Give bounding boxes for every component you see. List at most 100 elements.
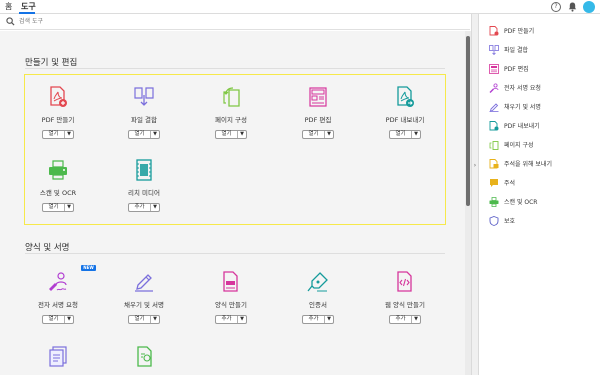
chevron-down-icon[interactable]: ▼ — [151, 204, 159, 211]
create-pdf-icon — [50, 86, 67, 107]
open-button[interactable]: 열기 ▼ — [42, 203, 74, 212]
fill-sign-icon — [135, 274, 153, 292]
chevron-down-icon[interactable]: ▼ — [151, 131, 159, 138]
request-signature-icon — [49, 272, 67, 291]
organize-pages-icon — [489, 141, 499, 150]
rp-item-protect[interactable]: 보호 — [489, 216, 594, 228]
tool-label: PDF 편집 — [304, 116, 332, 124]
tool-label: 양식 만들기 — [215, 301, 247, 309]
scan-ocr-icon — [49, 160, 67, 180]
tool-certificates[interactable]: 인증서 추가 ▼ — [288, 271, 348, 341]
combine-files-icon — [489, 45, 499, 55]
rp-item-combine-files[interactable]: 파일 결합 — [489, 45, 594, 57]
add-button[interactable]: 추가 ▼ — [302, 315, 334, 324]
chevron-down-icon[interactable]: ▼ — [412, 316, 420, 323]
open-button[interactable]: 열기 ▼ — [389, 130, 421, 139]
tool-rich-media[interactable]: 리치 미디어 추가 ▼ — [114, 159, 174, 229]
tool-fill-sign[interactable]: 채우기 및 서명 열기 ▼ — [114, 271, 174, 341]
tool-label: PDF 내보내기 — [385, 116, 425, 124]
rp-item-create-pdf[interactable]: PDF 만들기 — [489, 26, 594, 38]
tool-label: 파일 결합 — [131, 116, 157, 124]
export-pdf-icon — [489, 121, 499, 131]
tool-label: 웹 양식 만들기 — [384, 301, 425, 309]
comment-icon — [490, 179, 498, 187]
tab-home[interactable]: 홈 — [5, 1, 12, 12]
open-button[interactable]: 열기 ▼ — [215, 130, 247, 139]
section-title-forms-signatures: 양식 및 서명 — [25, 243, 70, 253]
tool-label: 채우기 및 서명 — [123, 301, 164, 309]
tool-label: PDF 만들기 — [41, 116, 75, 124]
tool-label: 전자 서명 요청 — [37, 301, 78, 309]
top-bar: 홈 도구 ? — [0, 0, 600, 14]
section-divider — [25, 68, 445, 69]
scrollbar-thumb[interactable] — [466, 36, 470, 206]
tool-request-signature[interactable]: 전자 서명 요청 열기 ▼ — [28, 271, 88, 341]
rp-item-fill-sign[interactable]: 채우기 및 서명 — [489, 102, 594, 114]
organize-pages-icon — [223, 87, 240, 107]
tool-label: 스캔 및 OCR — [39, 189, 77, 197]
prepare-form-icon — [223, 271, 238, 292]
open-button[interactable]: 열기 ▼ — [42, 315, 74, 324]
export-pdf-icon — [397, 86, 414, 107]
rp-item-send-for-comments[interactable]: 주석을 위해 보내기 — [489, 159, 594, 171]
chevron-down-icon[interactable]: ▼ — [325, 131, 333, 138]
open-button[interactable]: 열기 ▼ — [128, 315, 160, 324]
certified-document-icon — [137, 346, 152, 367]
scan-ocr-icon — [489, 197, 499, 207]
tool-edit-pdf[interactable]: PDF 편집 열기 ▼ — [288, 86, 348, 156]
fill-sign-icon — [489, 103, 499, 112]
rp-item-edit-pdf[interactable]: PDF 편집 — [489, 64, 594, 76]
chevron-down-icon[interactable]: ▼ — [238, 131, 246, 138]
rp-item-comment[interactable]: 주석 — [489, 178, 594, 190]
rp-item-organize-pages[interactable]: 페이지 구성 — [489, 140, 594, 152]
protect-icon — [489, 216, 499, 226]
add-button[interactable]: 추가 ▼ — [128, 203, 160, 212]
open-button[interactable]: 열기 ▼ — [42, 130, 74, 139]
request-signature-icon — [489, 83, 499, 93]
notification-bell-icon[interactable] — [567, 2, 577, 12]
send-comments-icon — [489, 159, 499, 169]
edit-pdf-icon — [489, 64, 499, 74]
chevron-down-icon[interactable]: ▼ — [65, 204, 73, 211]
chevron-right-icon[interactable]: › — [472, 162, 478, 169]
right-panel-collapse-handle[interactable] — [471, 14, 479, 375]
tool-create-pdf[interactable]: PDF 만들기 열기 ▼ — [28, 86, 88, 156]
open-button[interactable]: 열기 ▼ — [302, 130, 334, 139]
certificates-icon — [307, 272, 328, 292]
tool-scan-ocr[interactable]: 스캔 및 OCR 열기 ▼ — [28, 159, 88, 229]
chevron-down-icon[interactable]: ▼ — [65, 316, 73, 323]
search-input[interactable] — [19, 16, 219, 27]
chevron-down-icon[interactable]: ▼ — [151, 316, 159, 323]
chevron-down-icon[interactable]: ▼ — [65, 131, 73, 138]
tool-web-form[interactable]: 웹 양식 만들기 추가 ▼ — [375, 271, 435, 341]
web-form-icon — [397, 271, 412, 292]
chevron-down-icon[interactable]: ▼ — [238, 316, 246, 323]
section-title-create-edit: 만들기 및 편집 — [25, 58, 78, 68]
stacked-documents-icon — [49, 346, 67, 367]
search-icon — [6, 17, 15, 26]
tool-label: 인증서 — [309, 301, 327, 309]
add-button[interactable]: 추가 ▼ — [389, 315, 421, 324]
rp-item-export-pdf[interactable]: PDF 내보내기 — [489, 121, 594, 133]
search-bar — [0, 14, 470, 30]
chevron-down-icon[interactable]: ▼ — [412, 131, 420, 138]
tool-prepare-form[interactable]: 양식 만들기 추가 ▼ — [201, 271, 261, 341]
avatar[interactable] — [583, 1, 595, 13]
create-pdf-icon — [489, 26, 499, 36]
rich-media-icon — [136, 159, 152, 181]
chevron-down-icon[interactable]: ▼ — [325, 316, 333, 323]
open-button[interactable]: 열기 ▼ — [128, 130, 160, 139]
help-icon[interactable]: ? — [551, 2, 561, 12]
tool-combine-files[interactable]: 파일 결합 열기 ▼ — [114, 86, 174, 156]
tab-tools[interactable]: 도구 — [21, 1, 36, 12]
rp-item-request-signature[interactable]: 전자 서명 요청 — [489, 83, 594, 95]
tool-label: 페이지 구성 — [215, 116, 247, 124]
section-divider — [25, 253, 445, 254]
edit-pdf-icon — [309, 87, 327, 107]
rp-item-scan-ocr[interactable]: 스캔 및 OCR — [489, 197, 594, 209]
tool-organize-pages[interactable]: 페이지 구성 열기 ▼ — [201, 86, 261, 156]
tool-export-pdf[interactable]: PDF 내보내기 열기 ▼ — [375, 86, 435, 156]
tool-label: 리치 미디어 — [128, 189, 160, 197]
add-button[interactable]: 추가 ▼ — [215, 315, 247, 324]
right-tools-panel: PDF 만들기 파일 결합 PDF 편집 전자 서명 요청 채우기 및 서명 P… — [479, 14, 600, 375]
